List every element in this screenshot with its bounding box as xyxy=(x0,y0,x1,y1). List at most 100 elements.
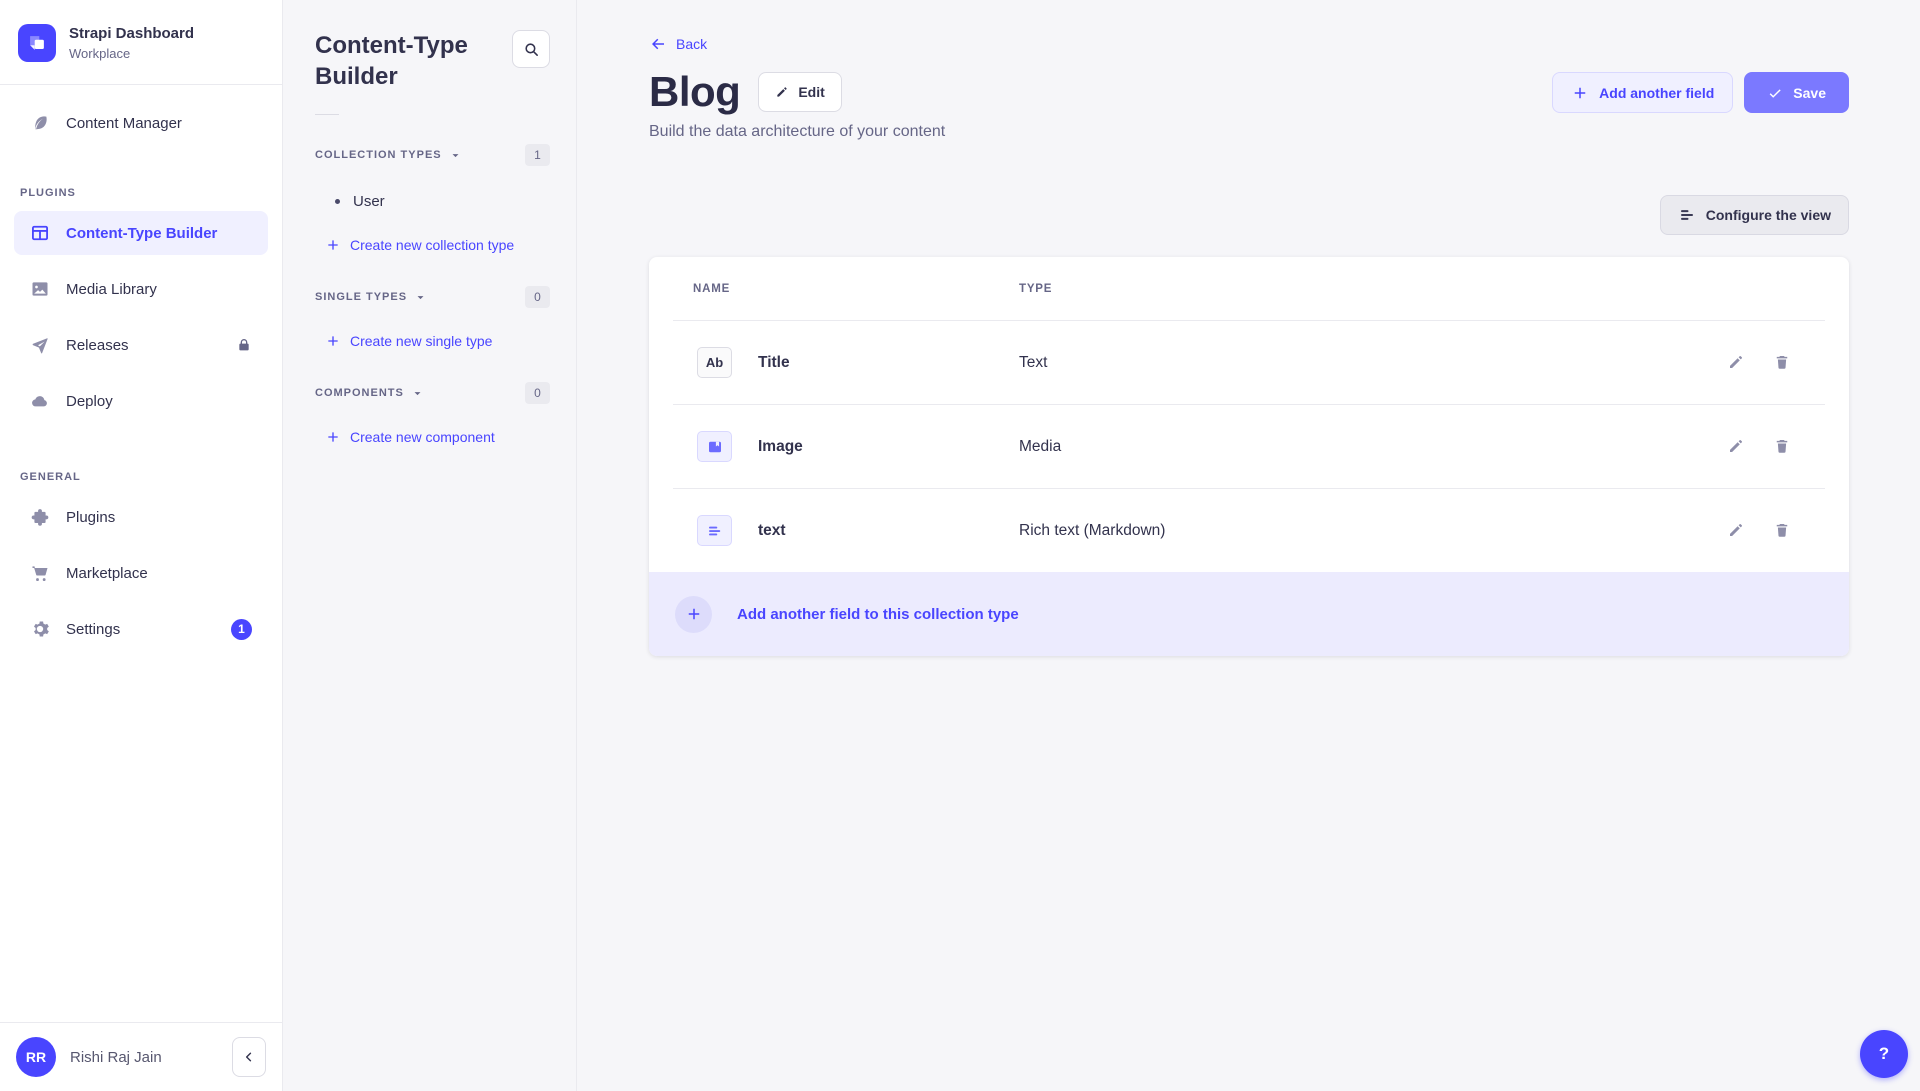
user-profile-row: RR Rishi Raj Jain xyxy=(0,1022,282,1091)
richtext-field-icon xyxy=(697,515,732,546)
plus-circle-icon xyxy=(675,596,712,633)
feather-icon xyxy=(30,113,50,133)
sidebar-section-general: GENERAL xyxy=(20,471,264,483)
sidebar-item-media-library[interactable]: Media Library xyxy=(14,267,268,311)
collapse-sidebar-button[interactable] xyxy=(232,1037,266,1077)
edit-field-button[interactable] xyxy=(1727,521,1747,541)
arrow-left-icon xyxy=(649,35,667,53)
field-name: text xyxy=(758,522,786,540)
picture-icon xyxy=(30,279,50,299)
page-subtitle: Build the data architecture of your cont… xyxy=(649,123,1849,141)
layout-grid-icon xyxy=(30,223,50,243)
pencil-icon xyxy=(1727,353,1745,373)
edit-field-button[interactable] xyxy=(1727,353,1747,373)
sidebar-item-label: Content-Type Builder xyxy=(66,225,217,242)
bullet-icon xyxy=(335,199,340,204)
add-field-to-collection-button[interactable]: Add another field to this collection typ… xyxy=(649,572,1849,656)
sidebar-item-settings[interactable]: Settings 1 xyxy=(14,607,268,651)
create-link-label: Create new collection type xyxy=(350,237,514,253)
edit-field-button[interactable] xyxy=(1727,437,1747,457)
add-another-field-button[interactable]: Add another field xyxy=(1552,72,1733,113)
chevron-left-icon xyxy=(242,1050,256,1064)
edit-label: Edit xyxy=(798,84,824,100)
save-label: Save xyxy=(1793,85,1826,101)
back-label: Back xyxy=(676,36,707,52)
help-button[interactable]: ? xyxy=(1860,1030,1908,1078)
field-type: Rich text (Markdown) xyxy=(1019,522,1727,540)
trash-icon xyxy=(1773,353,1791,373)
group-label: COMPONENTS xyxy=(315,387,404,399)
create-link-label: Create new component xyxy=(350,429,495,445)
settings-notification-badge: 1 xyxy=(231,619,252,640)
puzzle-icon xyxy=(30,507,50,527)
lock-icon xyxy=(236,337,252,353)
workspace-subtitle: Workplace xyxy=(69,46,194,61)
sidebar-item-deploy[interactable]: Deploy xyxy=(14,379,268,423)
create-component-link[interactable]: Create new component xyxy=(315,425,550,449)
back-link[interactable]: Back xyxy=(649,35,707,53)
sidebar-section-plugins: PLUGINS xyxy=(20,187,264,199)
plus-icon xyxy=(325,429,341,445)
sidebar-item-label: Marketplace xyxy=(66,565,148,582)
group-label: COLLECTION TYPES xyxy=(315,149,442,161)
search-icon xyxy=(523,41,540,58)
avatar[interactable]: RR xyxy=(16,1037,56,1077)
trash-icon xyxy=(1773,521,1791,541)
main-content: Back Blog Edit Build the data architectu… xyxy=(577,0,1920,1091)
collection-type-label: User xyxy=(353,193,385,210)
group-label: SINGLE TYPES xyxy=(315,291,407,303)
cart-icon xyxy=(30,563,50,583)
components-header[interactable]: COMPONENTS 0 xyxy=(315,381,550,405)
question-mark-label: ? xyxy=(1879,1044,1889,1064)
sidebar-item-plugins[interactable]: Plugins xyxy=(14,495,268,539)
table-row: Ab Title Text xyxy=(649,321,1849,404)
column-header-name: NAME xyxy=(693,283,1019,295)
group-count-badge: 0 xyxy=(525,382,550,404)
plus-icon xyxy=(1571,84,1589,102)
sidebar-item-releases[interactable]: Releases xyxy=(14,323,268,367)
chevron-down-icon xyxy=(412,388,423,399)
subnav-title: Content-Type Builder xyxy=(315,30,475,92)
group-count-badge: 0 xyxy=(525,286,550,308)
collection-type-item-user[interactable]: User xyxy=(315,189,550,213)
main-sidebar: Strapi Dashboard Workplace Content Manag… xyxy=(0,0,283,1091)
workspace-brand[interactable]: Strapi Dashboard Workplace xyxy=(0,0,282,85)
create-collection-type-link[interactable]: Create new collection type xyxy=(315,233,550,257)
plus-icon xyxy=(325,333,341,349)
create-single-type-link[interactable]: Create new single type xyxy=(315,329,550,353)
collection-types-header[interactable]: COLLECTION TYPES 1 xyxy=(315,143,550,167)
search-button[interactable] xyxy=(512,30,550,68)
divider xyxy=(315,114,339,115)
chevron-down-icon xyxy=(450,150,461,161)
sidebar-item-label: Settings xyxy=(66,621,120,638)
sidebar-item-label: Releases xyxy=(66,337,129,354)
edit-button[interactable]: Edit xyxy=(758,72,841,112)
configure-view-label: Configure the view xyxy=(1706,207,1831,223)
workspace-title: Strapi Dashboard xyxy=(69,25,194,44)
delete-field-button[interactable] xyxy=(1773,521,1793,541)
sidebar-item-content-manager[interactable]: Content Manager xyxy=(14,101,268,145)
column-header-type: TYPE xyxy=(1019,283,1825,295)
configure-view-button[interactable]: Configure the view xyxy=(1660,195,1849,235)
sidebar-item-label: Deploy xyxy=(66,393,113,410)
group-count-badge: 1 xyxy=(525,144,550,166)
single-types-header[interactable]: SINGLE TYPES 0 xyxy=(315,285,550,309)
sidebar-item-content-type-builder[interactable]: Content-Type Builder xyxy=(14,211,268,255)
table-row: text Rich text (Markdown) xyxy=(649,489,1849,572)
sidebar-item-label: Content Manager xyxy=(66,115,182,132)
sidebar-item-label: Media Library xyxy=(66,281,157,298)
content-type-builder-subnav: Content-Type Builder COLLECTION TYPES 1 … xyxy=(283,0,577,1091)
plus-icon xyxy=(325,237,341,253)
list-lines-icon xyxy=(1678,206,1696,224)
delete-field-button[interactable] xyxy=(1773,437,1793,457)
delete-field-button[interactable] xyxy=(1773,353,1793,373)
table-header: NAME TYPE xyxy=(649,257,1849,320)
pencil-icon xyxy=(1727,521,1745,541)
strapi-logo-icon xyxy=(18,24,56,62)
sidebar-item-label: Plugins xyxy=(66,509,115,526)
save-button[interactable]: Save xyxy=(1744,72,1849,113)
sidebar-item-marketplace[interactable]: Marketplace xyxy=(14,551,268,595)
field-type: Text xyxy=(1019,354,1727,372)
add-another-field-label: Add another field xyxy=(1599,85,1714,101)
check-icon xyxy=(1767,85,1783,101)
